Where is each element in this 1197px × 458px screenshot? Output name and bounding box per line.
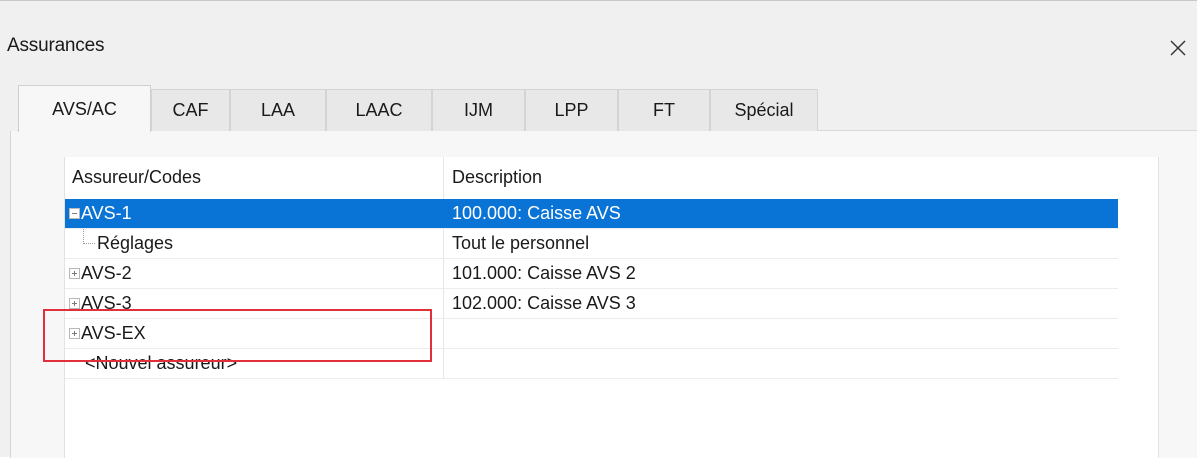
expand-icon[interactable] — [69, 328, 80, 339]
tab-ijm[interactable]: IJM — [432, 89, 525, 131]
row-description: 102.000: Caisse AVS 3 — [452, 293, 636, 313]
tab-label: LPP — [554, 100, 589, 120]
title-bar: Assurances — [0, 15, 1197, 75]
row-description: 101.000: Caisse AVS 2 — [452, 263, 636, 283]
close-icon — [1170, 40, 1186, 56]
collapse-icon[interactable] — [69, 208, 80, 219]
column-header-description[interactable]: Description — [452, 167, 542, 188]
row-description: 100.000: Caisse AVS — [452, 203, 621, 223]
expand-icon[interactable] — [69, 298, 80, 309]
row-code: AVS-3 — [81, 293, 132, 313]
tab-label: AVS/AC — [52, 98, 117, 119]
expand-icon[interactable] — [69, 268, 80, 279]
tab-label: LAAC — [355, 100, 403, 120]
tab-label: IJM — [464, 100, 493, 120]
tab-laa[interactable]: LAA — [230, 89, 326, 131]
row-code: Réglages — [97, 233, 174, 253]
tab-label: FT — [653, 100, 675, 120]
tab-ft[interactable]: FT — [618, 89, 710, 131]
column-header-codes[interactable]: Assureur/Codes — [72, 167, 201, 188]
tab-label: LAA — [260, 100, 296, 120]
tree-row-avs-ex[interactable]: AVS-EX — [65, 319, 1118, 349]
tab-special[interactable]: Spécial — [710, 89, 818, 131]
row-code: AVS-1 — [81, 203, 132, 223]
tab-avs-ac[interactable]: AVS/AC — [18, 85, 151, 132]
assurances-dialog: Assurances AVS/AC CAF LAA LAAC IJM LPP F… — [0, 0, 1197, 458]
tree-row-avs-2[interactable]: AVS-2 101.000: Caisse AVS 2 — [65, 259, 1118, 289]
row-code: AVS-EX — [81, 323, 146, 343]
tab-strip: AVS/AC CAF LAA LAAC IJM LPP FT Spécial — [18, 85, 1197, 132]
close-button[interactable] — [1163, 33, 1193, 63]
window-title: Assurances — [7, 35, 105, 56]
tab-laac[interactable]: LAAC — [326, 89, 432, 131]
tab-label: CAF — [172, 100, 209, 120]
tree-connector — [83, 243, 95, 244]
tree-row-reglages[interactable]: Réglages Tout le personnel — [65, 229, 1118, 259]
tree-row-avs-3[interactable]: AVS-3 102.000: Caisse AVS 3 — [65, 289, 1118, 319]
tab-lpp[interactable]: LPP — [525, 89, 618, 131]
row-code: AVS-2 — [81, 263, 132, 283]
tree-row-new-insurer[interactable]: <Nouvel assureur> — [65, 349, 1118, 379]
tab-caf[interactable]: CAF — [151, 89, 230, 131]
tree-connector — [83, 229, 84, 244]
tree-row-avs-1[interactable]: AVS-1 100.000: Caisse AVS — [65, 199, 1118, 229]
row-description: Tout le personnel — [452, 233, 590, 253]
tab-label: Spécial — [734, 100, 794, 120]
row-code: <Nouvel assureur> — [85, 353, 238, 373]
insurer-tree-list[interactable]: Assureur/Codes Description AVS-1 100.000… — [64, 157, 1159, 458]
